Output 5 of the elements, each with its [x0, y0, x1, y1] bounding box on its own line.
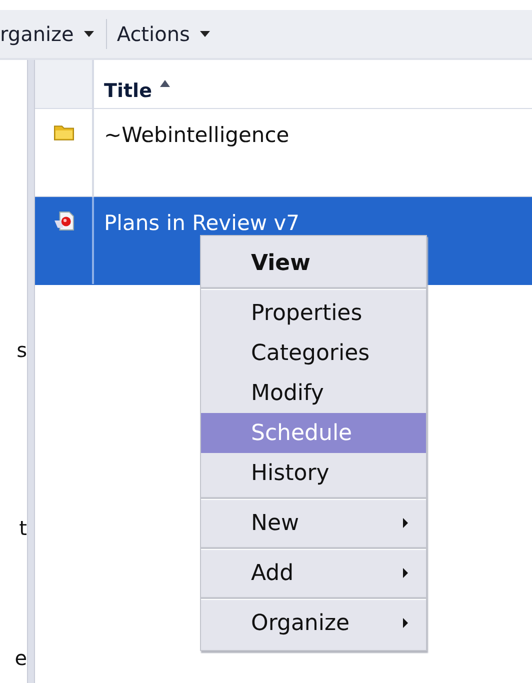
cut-off-label: s	[16, 338, 27, 362]
cut-off-label: e	[14, 646, 27, 670]
cut-off-label: t	[19, 516, 27, 540]
title-text: ~Webintelligence	[104, 123, 290, 147]
title-text: Plans in Review v7	[104, 211, 300, 235]
